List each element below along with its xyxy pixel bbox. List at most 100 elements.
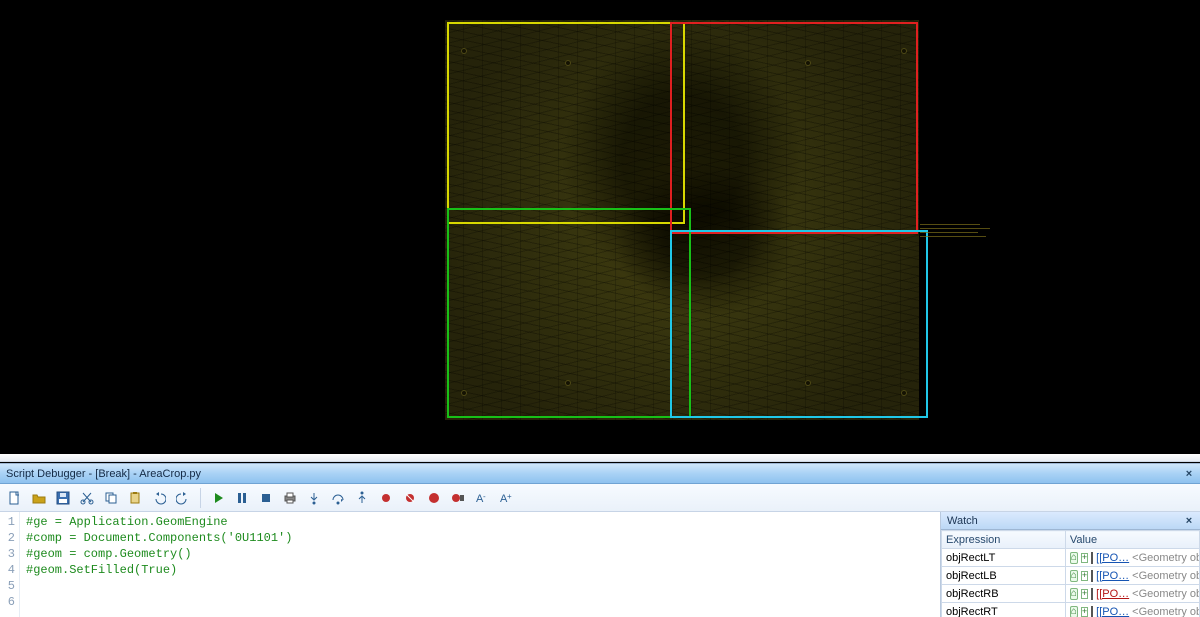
undo-button[interactable] bbox=[148, 487, 170, 509]
step-into-button[interactable] bbox=[303, 487, 325, 509]
object-tree-icon[interactable]: ⌂ bbox=[1070, 588, 1078, 600]
expand-icon[interactable]: + bbox=[1081, 589, 1088, 599]
code-line[interactable]: #ge = Application.GeomEngine bbox=[26, 514, 940, 530]
watch-title-label: Watch bbox=[947, 515, 978, 527]
step-out-button[interactable] bbox=[351, 487, 373, 509]
new-file-button[interactable] bbox=[4, 487, 26, 509]
value-type-label: <Geometry object> bbox=[1132, 552, 1199, 564]
watch-value-cell[interactable]: ⌂+ [[PO… <Geometry object> bbox=[1065, 567, 1199, 585]
clear-breakpoints-button[interactable] bbox=[399, 487, 421, 509]
print-button[interactable] bbox=[279, 487, 301, 509]
object-tree-icon[interactable]: ⌂ bbox=[1070, 552, 1078, 564]
watch-expression-cell[interactable]: objRectLB bbox=[942, 567, 1066, 585]
stepover-icon bbox=[331, 491, 345, 505]
debugger-toolbar: A-A+ bbox=[0, 484, 1200, 512]
line-number: 4 bbox=[0, 562, 15, 578]
stray-trace bbox=[920, 232, 978, 233]
run-button[interactable] bbox=[207, 487, 229, 509]
watch-row[interactable]: objRectLT ⌂+ [[PO… <Geometry object> bbox=[942, 549, 1200, 567]
watch-expression-cell[interactable]: objRectLT bbox=[942, 549, 1066, 567]
toolbar-separator bbox=[200, 488, 201, 508]
crop-rect-objRectLT[interactable] bbox=[447, 22, 685, 224]
watch-rows: objRectLT⌂+[[PO… <Geometry object>objRec… bbox=[942, 549, 1200, 617]
line-number: 3 bbox=[0, 546, 15, 562]
value-type-label: <Geometry object> bbox=[1132, 588, 1199, 600]
pause-button[interactable] bbox=[231, 487, 253, 509]
close-watch-button[interactable]: × bbox=[1182, 514, 1196, 528]
close-debugger-button[interactable]: × bbox=[1182, 467, 1196, 481]
play-icon bbox=[211, 491, 225, 505]
code-line[interactable]: #geom = comp.Geometry() bbox=[26, 546, 940, 562]
line-number: 1 bbox=[0, 514, 15, 530]
stop-button[interactable] bbox=[255, 487, 277, 509]
stepin-icon bbox=[307, 491, 321, 505]
object-tree-icon[interactable]: ⌂ bbox=[1070, 606, 1078, 617]
stop-record-button[interactable] bbox=[447, 487, 469, 509]
watch-expression-cell[interactable]: objRectRB bbox=[942, 585, 1066, 603]
value-link[interactable]: [[PO… bbox=[1096, 606, 1129, 617]
watch-row[interactable]: objRectLB ⌂+ [[PO… <Geometry object> bbox=[942, 567, 1200, 585]
copy-button[interactable] bbox=[100, 487, 122, 509]
debugger-titlebar[interactable]: Script Debugger - [Break] - AreaCrop.py … bbox=[0, 464, 1200, 484]
watch-row[interactable]: objRectRB ⌂+ [[PO… <Geometry object> bbox=[942, 585, 1200, 603]
save-button[interactable] bbox=[52, 487, 74, 509]
stop-icon bbox=[259, 491, 273, 505]
color-swatch bbox=[1091, 588, 1093, 600]
code-editor[interactable]: 123456 #ge = Application.GeomEngine#comp… bbox=[0, 512, 940, 617]
code-line[interactable] bbox=[26, 594, 940, 610]
watch-col-expression[interactable]: Expression bbox=[942, 531, 1066, 549]
cut-icon bbox=[80, 491, 94, 505]
undo-icon bbox=[152, 491, 166, 505]
paste-icon bbox=[128, 491, 142, 505]
pcb-viewport[interactable] bbox=[0, 0, 1200, 453]
code-area[interactable]: #ge = Application.GeomEngine#comp = Docu… bbox=[20, 512, 940, 617]
watch-col-value[interactable]: Value bbox=[1065, 531, 1199, 549]
rec-icon bbox=[427, 491, 441, 505]
record-button[interactable] bbox=[423, 487, 445, 509]
stepout-icon bbox=[355, 491, 369, 505]
crop-rect-objRectRT[interactable] bbox=[670, 22, 918, 234]
line-number: 6 bbox=[0, 594, 15, 610]
recstop-icon bbox=[451, 491, 465, 505]
watch-value-cell[interactable]: ⌂+ [[PO… <Geometry object> bbox=[1065, 585, 1199, 603]
paste-button[interactable] bbox=[124, 487, 146, 509]
watch-expression-cell[interactable]: objRectRT bbox=[942, 603, 1066, 617]
increase-font-button[interactable]: A+ bbox=[495, 487, 517, 509]
code-line[interactable] bbox=[26, 578, 940, 594]
open-button[interactable] bbox=[28, 487, 50, 509]
save-icon bbox=[56, 491, 70, 505]
redo-button[interactable] bbox=[172, 487, 194, 509]
line-number: 2 bbox=[0, 530, 15, 546]
expand-icon[interactable]: + bbox=[1081, 553, 1088, 563]
pause-icon bbox=[235, 491, 249, 505]
decrease-font-button[interactable]: A- bbox=[471, 487, 493, 509]
value-link[interactable]: [[PO… bbox=[1096, 570, 1129, 582]
value-link[interactable]: [[PO… bbox=[1096, 552, 1129, 564]
watch-titlebar[interactable]: Watch × bbox=[941, 512, 1200, 530]
crop-rect-objRectRB[interactable] bbox=[670, 230, 928, 418]
stray-trace bbox=[920, 236, 986, 237]
debugger-title: Script Debugger - [Break] - AreaCrop.py bbox=[6, 468, 201, 480]
folder-icon bbox=[32, 491, 46, 505]
object-tree-icon[interactable]: ⌂ bbox=[1070, 570, 1078, 582]
watch-row[interactable]: objRectRT⌂+[[PO… <Geometry object> bbox=[942, 603, 1200, 617]
code-line[interactable]: #comp = Document.Components('0U1101') bbox=[26, 530, 940, 546]
panel-splitter[interactable] bbox=[0, 454, 1200, 462]
line-number: 5 bbox=[0, 578, 15, 594]
value-link[interactable]: [[PO… bbox=[1096, 588, 1129, 600]
toggle-breakpoint-button[interactable] bbox=[375, 487, 397, 509]
watch-value-cell[interactable]: ⌂+ [[PO… <Geometry object> bbox=[1065, 549, 1199, 567]
bpx-icon bbox=[403, 491, 417, 505]
watch-panel: Watch × Expression Value objRectLT⌂+[[PO… bbox=[940, 512, 1200, 617]
cut-button[interactable] bbox=[76, 487, 98, 509]
stray-trace bbox=[920, 228, 990, 229]
expand-icon[interactable]: + bbox=[1081, 607, 1088, 617]
color-swatch bbox=[1091, 552, 1093, 564]
code-line[interactable]: #geom.SetFilled(True) bbox=[26, 562, 940, 578]
crop-rect-objRectLB[interactable] bbox=[447, 208, 691, 418]
step-over-button[interactable] bbox=[327, 487, 349, 509]
watch-value-cell[interactable]: ⌂+[[PO… <Geometry object> bbox=[1065, 603, 1199, 617]
expand-icon[interactable]: + bbox=[1081, 571, 1088, 581]
watch-grid[interactable]: Expression Value objRectLT⌂+[[PO… <Geome… bbox=[941, 530, 1200, 617]
value-type-label: <Geometry object> bbox=[1132, 570, 1199, 582]
